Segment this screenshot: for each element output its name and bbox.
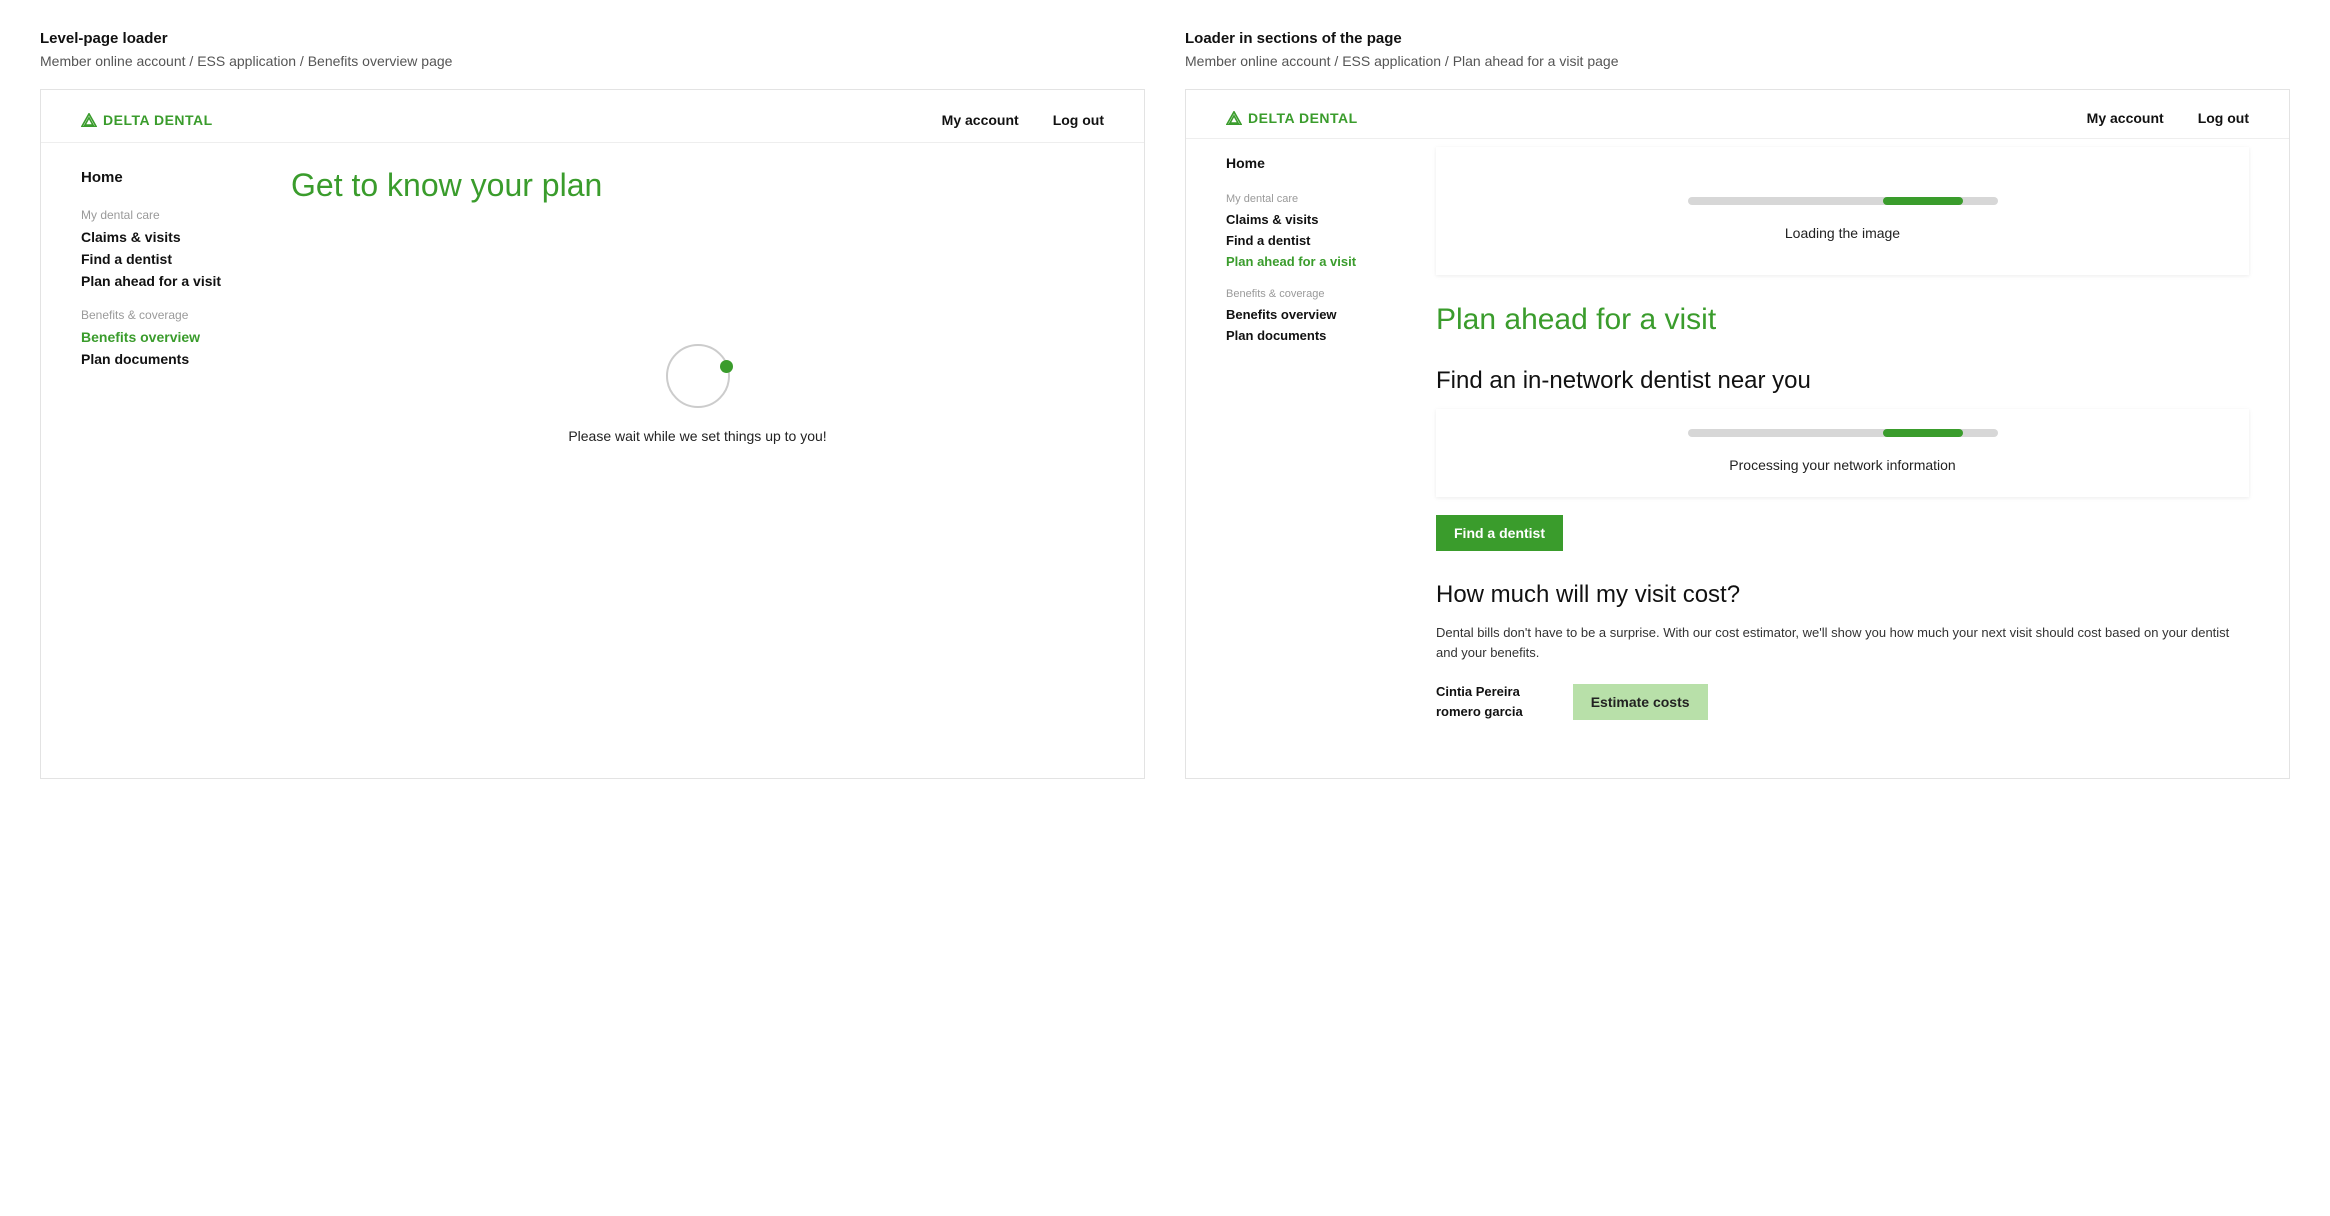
brand-logo[interactable]: DELTA DENTAL	[81, 112, 213, 128]
sidebar-item-find-dentist[interactable]: Find a dentist	[1226, 230, 1386, 251]
my-account-link[interactable]: My account	[942, 112, 1019, 128]
panel-plan-ahead: DELTA DENTAL My account Log out Home My …	[1185, 89, 2290, 779]
sidebar-item-find-dentist[interactable]: Find a dentist	[81, 248, 241, 270]
sidebar-item-plan-ahead[interactable]: Plan ahead for a visit	[1226, 251, 1386, 272]
sidebar-group-dental-care: My dental care	[81, 208, 241, 222]
network-loader-text: Processing your network information	[1456, 457, 2229, 473]
user-name-line2: romero garcia	[1436, 704, 1523, 719]
sidebar-item-plan-documents[interactable]: Plan documents	[1226, 325, 1386, 346]
spec-breadcrumb-left: Member online account / ESS application …	[40, 53, 1145, 69]
my-account-link[interactable]: My account	[2087, 110, 2164, 126]
progress-bar	[1688, 197, 1998, 205]
sidebar-item-claims[interactable]: Claims & visits	[81, 226, 241, 248]
sidebar-group-dental-care: My dental care	[1226, 193, 1386, 205]
cost-row: Cintia Pereira romero garcia Estimate co…	[1436, 682, 2249, 721]
spec-breadcrumb-right: Member online account / ESS application …	[1185, 53, 2290, 69]
delta-logo-icon	[1226, 111, 1242, 125]
sidebar-group-benefits: Benefits & coverage	[81, 308, 241, 322]
logout-link[interactable]: Log out	[1053, 112, 1104, 128]
panel-benefits-overview: DELTA DENTAL My account Log out Home My …	[40, 89, 1145, 779]
top-links: My account Log out	[942, 112, 1104, 128]
logout-link[interactable]: Log out	[2198, 110, 2249, 126]
page-title: Get to know your plan	[291, 167, 1104, 204]
network-loader-card: Processing your network information	[1436, 409, 2249, 497]
sidebar-item-plan-ahead[interactable]: Plan ahead for a visit	[81, 270, 241, 292]
spinner-icon	[666, 344, 730, 408]
spec-title-left: Level-page loader	[40, 30, 1145, 47]
spinner-text: Please wait while we set things up to yo…	[291, 428, 1104, 444]
page-loader: Please wait while we set things up to yo…	[291, 344, 1104, 444]
user-name-line1: Cintia Pereira	[1436, 684, 1520, 699]
sidebar: Home My dental care Claims & visits Find…	[81, 161, 241, 444]
cost-heading: How much will my visit cost?	[1436, 581, 2249, 609]
topbar: DELTA DENTAL My account Log out	[1186, 90, 2289, 139]
sidebar: Home My dental care Claims & visits Find…	[1226, 147, 1386, 721]
image-loader-card: Loading the image	[1436, 147, 2249, 275]
sidebar-item-benefits-overview[interactable]: Benefits overview	[81, 326, 241, 348]
progress-bar	[1688, 429, 1998, 437]
progress-bar-fill	[1883, 429, 1963, 437]
topbar: DELTA DENTAL My account Log out	[41, 90, 1144, 143]
find-dentist-button[interactable]: Find a dentist	[1436, 515, 1563, 551]
estimate-costs-button[interactable]: Estimate costs	[1573, 684, 1708, 720]
sidebar-item-benefits-overview[interactable]: Benefits overview	[1226, 304, 1386, 325]
sidebar-group-benefits: Benefits & coverage	[1226, 288, 1386, 300]
sidebar-item-plan-documents[interactable]: Plan documents	[81, 348, 241, 370]
find-dentist-heading: Find an in-network dentist near you	[1436, 367, 2249, 395]
spec-title-right: Loader in sections of the page	[1185, 30, 2290, 47]
user-name: Cintia Pereira romero garcia	[1436, 682, 1523, 721]
image-loader-text: Loading the image	[1456, 225, 2229, 241]
sidebar-item-home[interactable]: Home	[81, 161, 241, 192]
page-title: Plan ahead for a visit	[1436, 303, 2249, 337]
brand-logo[interactable]: DELTA DENTAL	[1226, 110, 1358, 126]
sidebar-item-home[interactable]: Home	[1226, 147, 1386, 177]
progress-bar-fill	[1883, 197, 1963, 205]
cost-description: Dental bills don't have to be a surprise…	[1436, 623, 2249, 662]
brand-text: DELTA DENTAL	[103, 112, 213, 128]
delta-logo-icon	[81, 113, 97, 127]
brand-text: DELTA DENTAL	[1248, 110, 1358, 126]
top-links: My account Log out	[2087, 110, 2249, 126]
sidebar-item-claims[interactable]: Claims & visits	[1226, 209, 1386, 230]
